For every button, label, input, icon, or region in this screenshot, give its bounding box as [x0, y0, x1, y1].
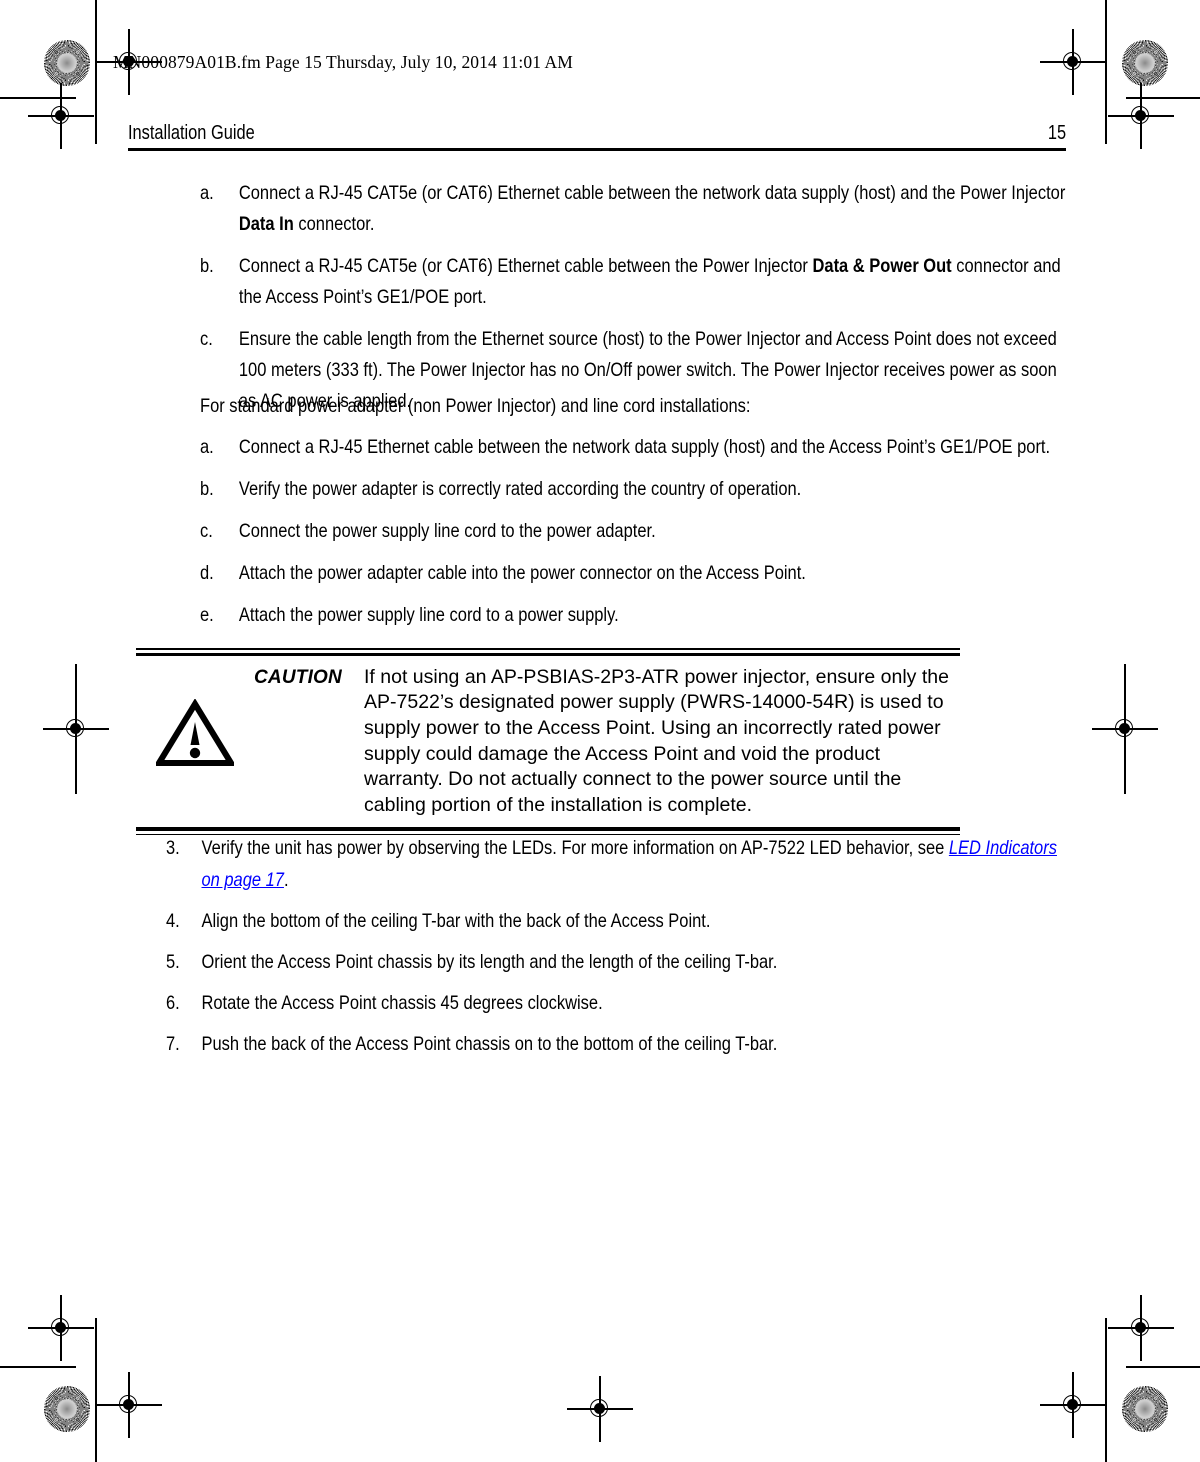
list-marker: c.: [200, 520, 213, 542]
list-item-text: Push the back of the Access Point chassi…: [201, 1033, 778, 1055]
warning-triangle-icon: [156, 698, 234, 766]
caution-rule-top-thin: [136, 648, 960, 650]
list-item: 6. Rotate the Access Point chassis 45 de…: [166, 987, 1062, 1019]
list-item: a. Connect a RJ-45 CAT5e (or CAT6) Ether…: [200, 178, 1070, 240]
list-text-after: connector.: [293, 213, 375, 235]
running-header: Installation Guide 15: [128, 122, 1067, 152]
list-marker: 4.: [166, 910, 180, 932]
list-marker: b.: [200, 255, 214, 277]
caution-icon-cell: [136, 665, 254, 767]
list-item: b. Connect a RJ-45 CAT5e (or CAT6) Ether…: [200, 251, 1070, 313]
caution-text: If not using an AP-PSBIAS-2P3-ATR power …: [364, 665, 949, 816]
list-item-text: Attach the power adapter cable into the …: [238, 562, 806, 584]
list-marker: 7.: [166, 1033, 180, 1055]
list-marker: e.: [200, 604, 214, 626]
list-item: 7. Push the back of the Access Point cha…: [166, 1028, 1062, 1060]
adapter-step-list: a. Connect a RJ-45 Ethernet cable betwee…: [200, 432, 1070, 642]
standard-adapter-intro: For standard power adapter (non Power In…: [200, 395, 751, 417]
list-item: a. Connect a RJ-45 Ethernet cable betwee…: [200, 432, 1070, 463]
header-page-number: 15: [1047, 122, 1067, 144]
document-page: Installation Guide 15 a. Connect a RJ-45…: [0, 0, 1200, 1462]
list-item: 4. Align the bottom of the ceiling T-bar…: [166, 905, 1062, 937]
list-item: d. Attach the power adapter cable into t…: [200, 558, 1070, 589]
caution-admonition: CAUTION If not using an AP-PSBIAS-2P3-AT…: [136, 648, 960, 836]
list-item: e. Attach the power supply line cord to …: [200, 600, 1070, 631]
list-item-text: Align the bottom of the ceiling T-bar wi…: [201, 910, 711, 932]
list-text-after: .: [283, 869, 289, 891]
list-item: 3. Verify the unit has power by observin…: [166, 832, 1062, 896]
list-item-text: Connect a RJ-45 Ethernet cable between t…: [238, 436, 1051, 458]
list-item-text: Orient the Access Point chassis by its l…: [201, 951, 778, 973]
list-marker: a.: [200, 182, 214, 204]
list-text-before: Connect a RJ-45 CAT5e (or CAT6) Ethernet…: [238, 255, 813, 277]
list-text-bold: Data & Power Out: [812, 255, 952, 277]
list-item-text: Connect a RJ-45 CAT5e (or CAT6) Ethernet…: [239, 178, 1070, 240]
list-marker: 3.: [166, 837, 180, 859]
caution-rule-bottom-thick: [136, 827, 960, 831]
list-item: 5. Orient the Access Point chassis by it…: [166, 946, 1062, 978]
header-rule: [128, 148, 1066, 152]
list-text-before: Verify the unit has power by observing t…: [201, 837, 949, 859]
list-item: b. Verify the power adapter is correctly…: [200, 474, 1070, 505]
caution-label: CAUTION: [254, 666, 342, 688]
list-marker: 5.: [166, 951, 180, 973]
list-marker: a.: [200, 436, 214, 458]
list-marker: b.: [200, 478, 214, 500]
header-title: Installation Guide: [128, 122, 255, 144]
list-item-text: Verify the unit has power by observing t…: [201, 832, 1061, 896]
list-text-bold: Data In: [238, 213, 294, 235]
list-item-text: Connect the power supply line cord to th…: [238, 520, 656, 542]
list-item-text: Rotate the Access Point chassis 45 degre…: [201, 992, 603, 1014]
list-item-text: Attach the power supply line cord to a p…: [238, 604, 619, 626]
list-marker: 6.: [166, 992, 180, 1014]
list-item-text: Connect a RJ-45 CAT5e (or CAT6) Ethernet…: [239, 251, 1070, 313]
list-marker: c.: [200, 328, 213, 350]
list-marker: d.: [200, 562, 214, 584]
list-text-before: Connect a RJ-45 CAT5e (or CAT6) Ethernet…: [238, 182, 1066, 204]
procedure-step-list: 3. Verify the unit has power by observin…: [166, 832, 1062, 1069]
list-item: c. Connect the power supply line cord to…: [200, 516, 1070, 547]
caution-body: CAUTION If not using an AP-PSBIAS-2P3-AT…: [136, 656, 960, 828]
list-item-text: Verify the power adapter is correctly ra…: [238, 478, 802, 500]
